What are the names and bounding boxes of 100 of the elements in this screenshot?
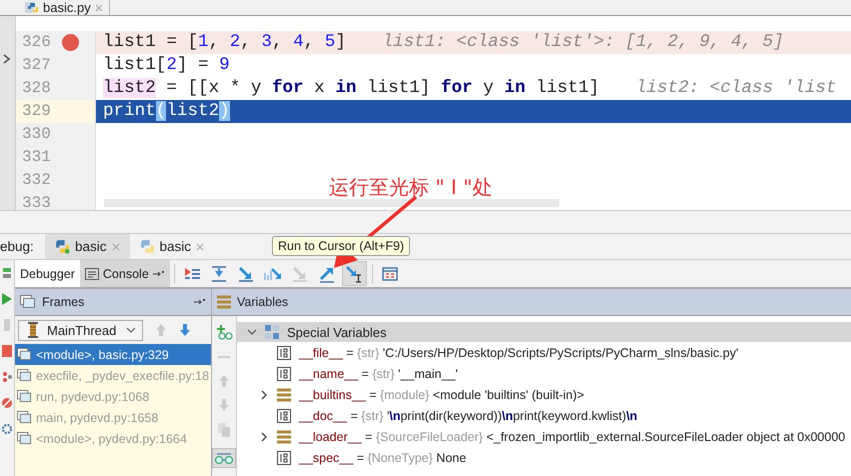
value-icon: [277, 366, 291, 380]
variable-entry[interactable]: __file__ = {str} 'C:/Users/HP/Desktop/Scripts/PyScripts/PyCharm_slns/basic.py': [299, 346, 738, 360]
code-token: 2: [230, 32, 240, 52]
inline-value-hint: list2: <class 'list: [636, 78, 836, 98]
code-token: 9: [219, 55, 230, 75]
chevron-icon[interactable]: [259, 432, 269, 442]
line-number: 333: [22, 194, 51, 210]
inline-value-hint: list1: <class 'list'>: [1, 2, 9, 4, 5]: [382, 32, 784, 52]
code-token: (: [156, 101, 166, 121]
value-icon: [277, 450, 291, 464]
grid-icon: [265, 325, 279, 339]
close-icon[interactable]: [94, 4, 103, 12]
stack-icon: [277, 388, 291, 402]
step-over-icon: [210, 264, 228, 282]
code-token: for: [272, 78, 304, 98]
evaluate-icon: [381, 264, 400, 282]
code-token: list1 = [: [103, 32, 198, 52]
code-token: 1: [198, 32, 209, 52]
line-number: 329: [22, 102, 51, 120]
frames-icon: [20, 295, 36, 309]
close-icon[interactable]: [196, 242, 204, 250]
mute-breakpoints-icon[interactable]: [1, 396, 13, 410]
code-token: list1[: [103, 55, 166, 75]
frame-icon: [17, 348, 32, 361]
chevron-down-icon[interactable]: [247, 329, 257, 335]
settings-icon[interactable]: [1, 422, 13, 436]
code-token: in: [504, 78, 526, 98]
show-watches-button[interactable]: [212, 448, 236, 468]
python-file-icon: [25, 0, 39, 14]
value-icon: [277, 408, 291, 422]
resume-icon[interactable]: [1, 292, 13, 306]
editor-tab[interactable]: basic.py: [17, 0, 110, 15]
code-token: in: [335, 78, 356, 98]
line-number: 332: [22, 171, 51, 189]
add-watch-icon[interactable]: [215, 324, 233, 340]
step-into-icon: [237, 264, 256, 282]
code-token: ,: [272, 32, 284, 52]
stack-icon: [217, 295, 231, 309]
stop-icon[interactable]: [1, 344, 13, 358]
variable-entry[interactable]: __name__ = {str} '__main__': [299, 366, 458, 380]
breakpoint-icon[interactable]: [62, 34, 79, 51]
arrow-down-icon[interactable]: [179, 323, 191, 337]
stack-icon: [277, 430, 291, 444]
code-token: ] =: [176, 55, 210, 75]
code-token: 3: [261, 32, 272, 52]
frames-header: Frames: [15, 289, 211, 316]
dropdown-caret-icon: [126, 327, 136, 333]
line-number: 327: [22, 56, 51, 74]
code-token: ,: [208, 32, 220, 52]
variable-entry[interactable]: __builtins__ = {module} <module 'builtins' (built-in)>: [299, 388, 584, 402]
code-token: list1]: [366, 78, 432, 98]
tool-tab[interactable]: Console: [80, 260, 170, 287]
thread-dropdown[interactable]: MainThread: [18, 320, 143, 340]
force-step-into-icon: [291, 264, 310, 282]
frame-icon: [17, 369, 32, 382]
rerun-icon[interactable]: [1, 266, 13, 280]
run-to-cursor-button[interactable]: [342, 261, 367, 286]
debug-session-tab[interactable]: basic: [45, 234, 130, 259]
value-icon: [277, 346, 291, 360]
horizontal-scrollbar[interactable]: [104, 199, 559, 207]
frame-icon: [17, 390, 32, 403]
tool-tab[interactable]: Debugger: [15, 260, 80, 287]
frame-item[interactable]: <module>, basic.py:329: [15, 344, 211, 365]
pin-icon[interactable]: [152, 270, 165, 278]
breakpoints-icon[interactable]: [1, 370, 13, 384]
variable-entry[interactable]: __loader__ = {SourceFileLoader} <_frozen_importlib_external.SourceFileLoader object at 0x00000: [299, 430, 846, 444]
variables-header: Variables: [212, 289, 851, 316]
variable-group-label[interactable]: Special Variables: [287, 324, 386, 340]
tooltip: Run to Cursor (Alt+F9): [272, 236, 410, 256]
code-token: list2: [103, 78, 156, 98]
line-number: 328: [22, 79, 51, 97]
code-token: = [[x * y: [165, 78, 262, 98]
python-icon: [140, 239, 155, 254]
code-token: x: [313, 78, 326, 98]
code-token: list2: [166, 101, 220, 121]
code-token: ,: [240, 32, 252, 52]
code-token: 5: [324, 32, 336, 52]
python-icon: [55, 239, 70, 254]
code-token: print: [103, 101, 156, 121]
console-icon: [84, 268, 99, 280]
code-token: ,: [304, 32, 316, 52]
annotation-text: 运行至光标 " I "处: [329, 177, 492, 197]
chevron-icon[interactable]: [3, 54, 11, 64]
variable-entry[interactable]: __doc__ = {str} '\nprint(dir(keyword))\nprint(keyword.kwlist)\n: [299, 408, 638, 422]
code-token: list1]: [534, 78, 600, 98]
debug-session-tab[interactable]: basic: [130, 234, 214, 259]
chevron-icon[interactable]: [259, 390, 269, 400]
run-to-cursor-icon: [345, 264, 364, 282]
debug-label: ebug:: [0, 239, 35, 254]
code-token: y: [482, 78, 495, 98]
line-number: 326: [22, 33, 51, 51]
thread-icon: [27, 322, 39, 338]
frame-icon: [17, 411, 32, 424]
pin-icon[interactable]: [194, 298, 206, 306]
line-number: 331: [22, 148, 51, 166]
variable-entry[interactable]: __spec__ = {NoneType} None: [299, 450, 466, 464]
code-token: ]: [335, 32, 346, 52]
line-number: 330: [22, 125, 51, 143]
code-token: for: [440, 78, 473, 98]
close-icon[interactable]: [112, 242, 120, 250]
